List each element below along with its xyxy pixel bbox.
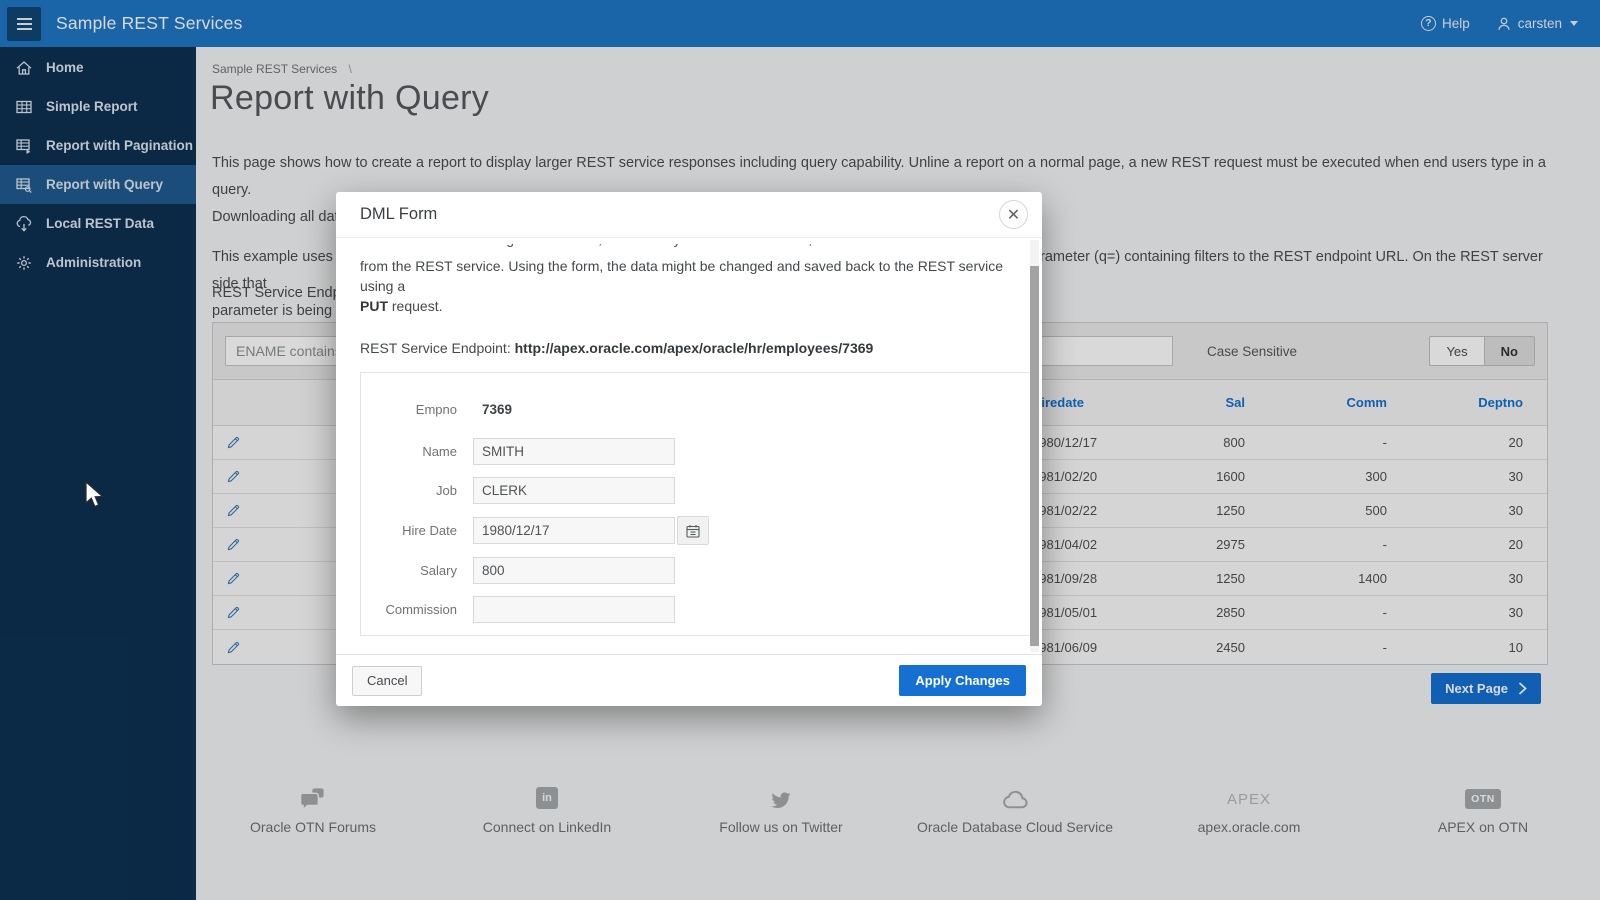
scrollbar-thumb[interactable]	[1030, 266, 1039, 646]
date-picker-button[interactable]	[677, 516, 709, 545]
form-row-empno: Empno 7369	[361, 399, 1031, 419]
calendar-icon	[686, 524, 700, 538]
dialog-header: DML Form ✕	[336, 192, 1042, 238]
name-label: Name	[361, 444, 473, 459]
job-label: Job	[361, 483, 473, 498]
name-field[interactable]	[473, 438, 675, 465]
dialog-body: This form reads one single row of data, …	[336, 238, 1042, 654]
commission-label: Commission	[361, 602, 473, 617]
dialog-intro-text: from the REST service. Using the form, t…	[360, 256, 1012, 316]
endpoint-url: http://apex.oracle.com/apex/oracle/hr/em…	[515, 340, 874, 356]
form-row-job: Job	[361, 477, 1031, 504]
application-window: Sample REST Services ? Help carsten	[0, 0, 1600, 900]
hiredate-field[interactable]	[473, 517, 675, 544]
dialog-title: DML Form	[360, 205, 437, 224]
form-row-hiredate: Hire Date	[361, 516, 1031, 545]
salary-label: Salary	[361, 563, 473, 578]
job-field[interactable]	[473, 477, 675, 504]
form-row-name: Name	[361, 438, 1031, 465]
cancel-button[interactable]: Cancel	[352, 666, 422, 696]
close-button[interactable]: ✕	[999, 200, 1028, 229]
dialog-footer: Cancel Apply Changes	[336, 654, 1042, 706]
salary-field[interactable]	[473, 557, 675, 584]
dml-form-dialog: DML Form ✕ This form reads one single ro…	[336, 192, 1042, 706]
form-row-commission: Commission	[361, 596, 1031, 623]
empno-value: 7369	[482, 402, 512, 417]
hiredate-label: Hire Date	[361, 523, 473, 538]
apply-changes-button[interactable]: Apply Changes	[899, 665, 1026, 696]
dialog-intro-clipped: This form reads one single row of data, …	[360, 244, 1012, 251]
empno-label: Empno	[361, 402, 473, 417]
dml-form: Empno 7369 Name Job Hire Date	[360, 372, 1032, 636]
dialog-endpoint-line: REST Service Endpoint: http://apex.oracl…	[360, 340, 1012, 356]
commission-field[interactable]	[473, 596, 675, 623]
close-icon: ✕	[1007, 205, 1020, 225]
form-row-salary: Salary	[361, 557, 1031, 584]
dialog-scrollbar	[1030, 240, 1039, 652]
